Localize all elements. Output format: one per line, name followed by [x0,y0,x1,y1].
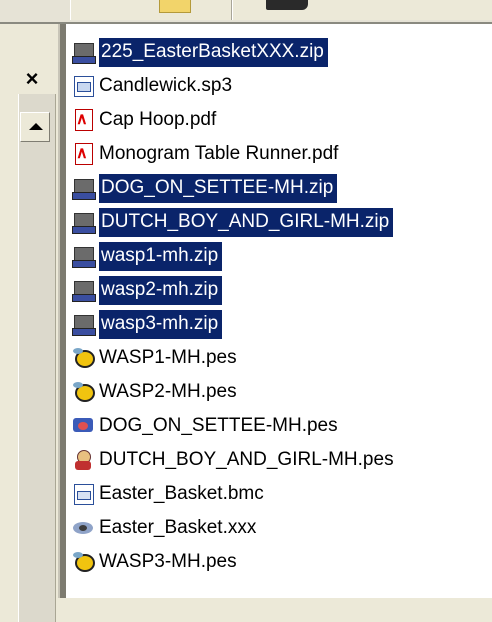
file-name: Candlewick.sp3 [99,74,233,96]
vertical-scrollbar[interactable] [18,94,56,622]
pdf-file-icon [72,108,96,132]
xxx-embroidery-icon [72,516,96,540]
file-name: Easter_Basket.xxx [99,516,257,538]
file-name: DUTCH_BOY_AND_GIRL-MH.pes [99,448,394,470]
file-list-item[interactable]: Monogram Table Runner.pdf [66,138,342,170]
dutch-boy-embroidery-icon [72,448,96,472]
file-list-item[interactable]: 225_EasterBasketXXX.zip [66,36,328,68]
toolbar-dark-icon [266,0,308,10]
file-list-item[interactable]: DOG_ON_SETTEE-MH.pes [66,410,342,442]
file-list-item[interactable]: DOG_ON_SETTEE-MH.zip [66,172,338,204]
file-name: Monogram Table Runner.pdf [99,142,339,164]
toolbar-button-dark[interactable] [232,0,492,20]
file-list-item[interactable]: Easter_Basket.bmc [66,478,268,510]
file-name: DUTCH_BOY_AND_GIRL-MH.zip [99,207,394,237]
file-list-item[interactable]: wasp3-mh.zip [66,308,223,340]
dog-embroidery-icon [72,414,96,438]
zip-archive-icon [72,176,96,200]
close-icon[interactable]: × [22,68,42,90]
file-name: wasp2-mh.zip [99,275,223,305]
file-list-item[interactable]: Cap Hoop.pdf [66,104,220,136]
wasp-embroidery-icon [72,346,96,370]
wasp-embroidery-icon [72,380,96,404]
zip-archive-icon [72,278,96,302]
file-list-item[interactable]: wasp1-mh.zip [66,240,223,272]
zip-archive-icon [72,210,96,234]
toolbar [0,0,492,24]
file-name: 225_EasterBasketXXX.zip [99,37,328,67]
pdf-file-icon [72,142,96,166]
file-name: wasp1-mh.zip [99,241,223,271]
file-name: DOG_ON_SETTEE-MH.pes [99,414,338,436]
file-name: DOG_ON_SETTEE-MH.zip [99,173,338,203]
zip-archive-icon [72,312,96,336]
zip-archive-icon [72,244,96,268]
file-list-item[interactable]: wasp2-mh.zip [66,274,223,306]
folder-icon [159,0,191,13]
file-list-item[interactable]: Candlewick.sp3 [66,70,236,102]
file-list-item[interactable]: DUTCH_BOY_AND_GIRL-MH.pes [66,444,398,476]
toolbar-button-folder[interactable] [70,0,233,20]
file-name: Easter_Basket.bmc [99,482,264,504]
file-name: WASP2-MH.pes [99,380,237,402]
file-name: Cap Hoop.pdf [99,108,217,130]
file-list-item[interactable]: Easter_Basket.xxx [66,512,260,544]
arrow-up-icon [29,123,43,130]
file-list: 225_EasterBasketXXX.zip Candlewick.sp3 Cap… [66,24,492,598]
scroll-up-button[interactable] [20,112,50,142]
file-name: WASP1-MH.pes [99,346,237,368]
wasp-embroidery-icon [72,550,96,574]
zip-archive-icon [72,40,96,64]
pane-splitter[interactable] [58,24,66,598]
left-pane: × [0,24,58,622]
sp3-file-icon [72,74,96,98]
file-list-item[interactable]: WASP3-MH.pes [66,546,241,578]
file-list-item[interactable]: DUTCH_BOY_AND_GIRL-MH.zip [66,206,394,238]
file-list-item[interactable]: WASP2-MH.pes [66,376,241,408]
file-list-item[interactable]: WASP1-MH.pes [66,342,241,374]
file-name: wasp3-mh.zip [99,309,223,339]
bmc-file-icon [72,482,96,506]
file-name: WASP3-MH.pes [99,550,237,572]
